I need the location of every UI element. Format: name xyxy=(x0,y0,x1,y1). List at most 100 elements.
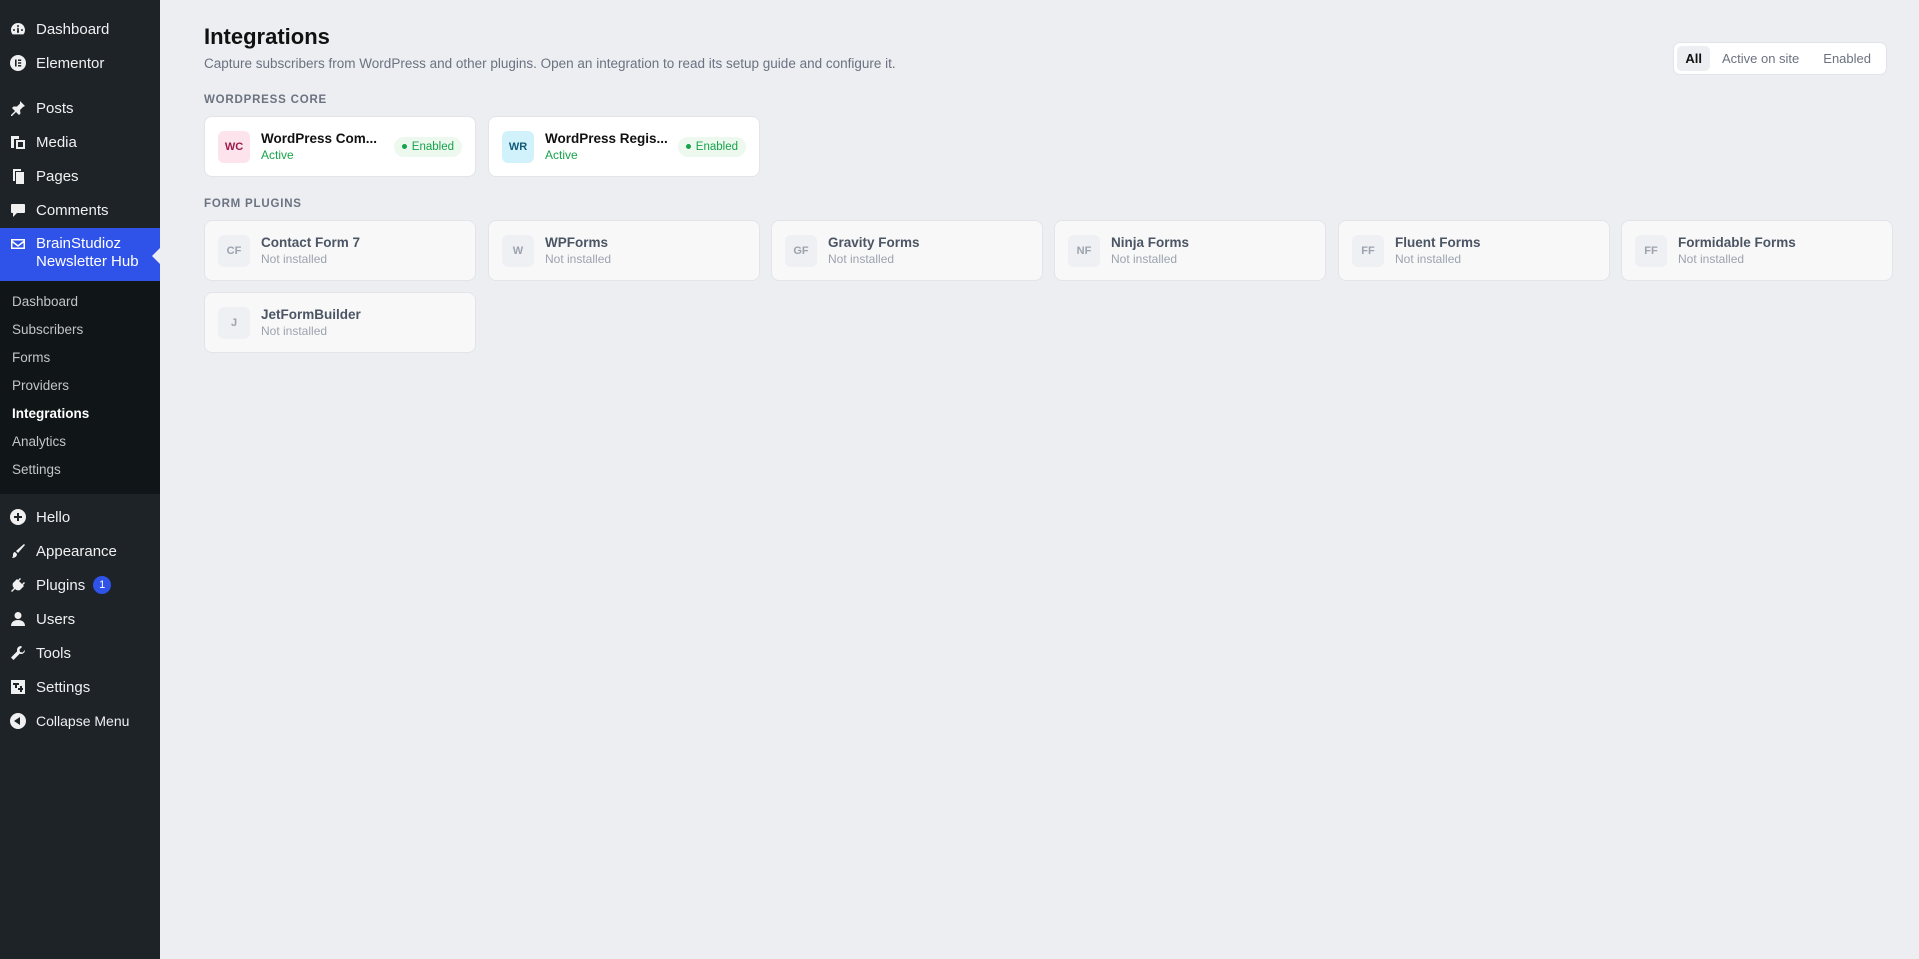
integration-card-gravity-forms[interactable]: GF Gravity Forms Not installed xyxy=(771,220,1043,281)
integration-avatar: FF xyxy=(1352,234,1384,267)
integration-status: Active xyxy=(545,148,578,162)
integration-status: Not installed xyxy=(261,324,328,338)
integration-card-wpforms[interactable]: W WPForms Not installed xyxy=(488,220,760,281)
submenu-item-forms[interactable]: Forms xyxy=(0,346,160,374)
plus-circle-icon xyxy=(10,509,26,525)
submenu-item-settings[interactable]: Settings xyxy=(0,458,160,486)
integration-avatar: W xyxy=(502,234,534,267)
integration-info: Fluent Forms Not installed xyxy=(1395,235,1596,266)
sidebar-item-elementor[interactable]: Elementor xyxy=(0,46,160,80)
user-icon xyxy=(10,611,26,627)
comment-icon xyxy=(10,202,26,218)
sidebar-item-hello[interactable]: Hello xyxy=(0,500,160,534)
integration-card-contact-form-7[interactable]: CF Contact Form 7 Not installed xyxy=(204,220,476,281)
media-icon xyxy=(10,134,26,150)
wrench-icon xyxy=(10,645,26,661)
integration-avatar: FF xyxy=(1635,234,1667,267)
enabled-badge-label: Enabled xyxy=(411,140,454,153)
integration-card-formidable-forms[interactable]: FF Formidable Forms Not installed xyxy=(1621,220,1893,281)
sidebar-item-label: Plugins xyxy=(36,576,86,594)
submenu-item-subscribers[interactable]: Subscribers xyxy=(0,318,160,346)
integration-title: Contact Form 7 xyxy=(261,235,361,250)
integration-avatar: WC xyxy=(218,130,250,163)
sidebar-item-label: BrainStudioz Newsletter Hub xyxy=(36,235,139,270)
sidebar-item-tools[interactable]: Tools xyxy=(0,636,160,670)
integration-status: Not installed xyxy=(261,252,328,266)
filter-enabled[interactable]: Enabled xyxy=(1811,46,1883,71)
sidebar-item-label: Posts xyxy=(36,99,74,117)
filter-all[interactable]: All xyxy=(1677,46,1710,71)
enabled-badge-label: Enabled xyxy=(695,140,738,153)
sidebar-group-current: BrainStudioz Newsletter Hub xyxy=(0,228,160,281)
brush-icon xyxy=(10,543,26,559)
sidebar-item-label: Appearance xyxy=(36,542,117,560)
sidebar-item-posts[interactable]: Posts xyxy=(0,91,160,125)
sidebar-item-label: Tools xyxy=(36,644,72,662)
sidebar-item-label: Collapse Menu xyxy=(36,713,130,729)
integration-status: Not installed xyxy=(828,252,895,266)
integration-info: WPForms Not installed xyxy=(545,235,746,266)
dashboard-icon xyxy=(10,21,26,37)
mail-icon xyxy=(10,236,26,252)
integration-title: WordPress Com... xyxy=(261,131,378,146)
integration-card-wordpress-registration[interactable]: WR WordPress Regis... Active Enabled xyxy=(488,116,760,177)
plugins-update-badge: 1 xyxy=(93,576,112,594)
integration-title: WordPress Regis... xyxy=(545,131,668,146)
integration-info: Formidable Forms Not installed xyxy=(1678,235,1879,266)
integration-info: WordPress Regis... Active xyxy=(545,131,668,162)
plugin-icon xyxy=(10,577,26,593)
sidebar-item-label: Dashboard xyxy=(36,20,110,38)
filter-active-on-site[interactable]: Active on site xyxy=(1710,46,1811,71)
sidebar-submenu: Dashboard Subscribers Forms Providers In… xyxy=(0,281,160,494)
sidebar-item-label: Pages xyxy=(36,167,79,185)
integration-title: JetFormBuilder xyxy=(261,307,361,322)
sidebar-item-label: Settings xyxy=(36,678,91,696)
integration-card-wordpress-comments[interactable]: WC WordPress Com... Active Enabled xyxy=(204,116,476,177)
integration-title: Fluent Forms xyxy=(1395,235,1481,250)
sidebar-item-label: Comments xyxy=(36,201,109,219)
pages-icon xyxy=(10,168,26,184)
integration-status: Active xyxy=(261,148,294,162)
submenu-item-dashboard[interactable]: Dashboard xyxy=(0,290,160,318)
status-dot-icon xyxy=(685,144,691,149)
admin-sidebar: Dashboard Elementor Posts Media Pages Co… xyxy=(0,0,160,959)
sidebar-item-label: Users xyxy=(36,610,76,628)
sidebar-item-media[interactable]: Media xyxy=(0,125,160,159)
sidebar-item-settings[interactable]: Settings xyxy=(0,670,160,704)
integration-avatar: GF xyxy=(785,234,817,267)
enabled-badge: Enabled xyxy=(393,136,462,157)
sidebar-item-comments[interactable]: Comments xyxy=(0,193,160,227)
sidebar-item-newsletter-hub[interactable]: BrainStudioz Newsletter Hub xyxy=(0,228,160,281)
integration-avatar: NF xyxy=(1068,234,1100,267)
submenu-item-analytics[interactable]: Analytics xyxy=(0,430,160,458)
submenu-item-integrations[interactable]: Integrations xyxy=(0,402,160,430)
integration-status: Not installed xyxy=(1395,252,1462,266)
sidebar-group-content: Posts Media Pages Comments xyxy=(0,91,160,227)
elementor-icon xyxy=(10,55,26,71)
sidebar-item-users[interactable]: Users xyxy=(0,602,160,636)
sidebar-item-label: Media xyxy=(36,133,77,151)
sidebar-item-pages[interactable]: Pages xyxy=(0,159,160,193)
integration-title: WPForms xyxy=(545,235,609,250)
integration-avatar: WR xyxy=(502,130,534,163)
sidebar-item-plugins[interactable]: Plugins 1 xyxy=(0,568,160,602)
submenu-item-providers[interactable]: Providers xyxy=(0,374,160,402)
current-indicator-arrow xyxy=(152,248,160,264)
integration-avatar: J xyxy=(218,306,250,339)
integration-status: Not installed xyxy=(1111,252,1178,266)
sidebar-item-dashboard[interactable]: Dashboard xyxy=(0,12,160,46)
page-title: Integrations xyxy=(204,24,330,49)
integration-card-ninja-forms[interactable]: NF Ninja Forms Not installed xyxy=(1054,220,1326,281)
integration-title: Gravity Forms xyxy=(828,235,920,250)
integration-info: Ninja Forms Not installed xyxy=(1111,235,1312,266)
integration-card-fluent-forms[interactable]: FF Fluent Forms Not installed xyxy=(1338,220,1610,281)
sidebar-item-appearance[interactable]: Appearance xyxy=(0,534,160,568)
page-description: Capture subscribers from WordPress and o… xyxy=(204,56,896,71)
collapse-icon xyxy=(10,713,26,729)
sidebar-group-bottom: Hello Appearance Plugins 1 Users Tools S… xyxy=(0,500,160,738)
section-label-wordpress-core: WORDPRESS CORE xyxy=(204,94,328,106)
sidebar-collapse-menu[interactable]: Collapse Menu xyxy=(0,704,160,738)
integration-card-jetformbuilder[interactable]: J JetFormBuilder Not installed xyxy=(204,292,476,353)
integration-title: Formidable Forms xyxy=(1678,235,1796,250)
integration-avatar: CF xyxy=(218,234,250,267)
